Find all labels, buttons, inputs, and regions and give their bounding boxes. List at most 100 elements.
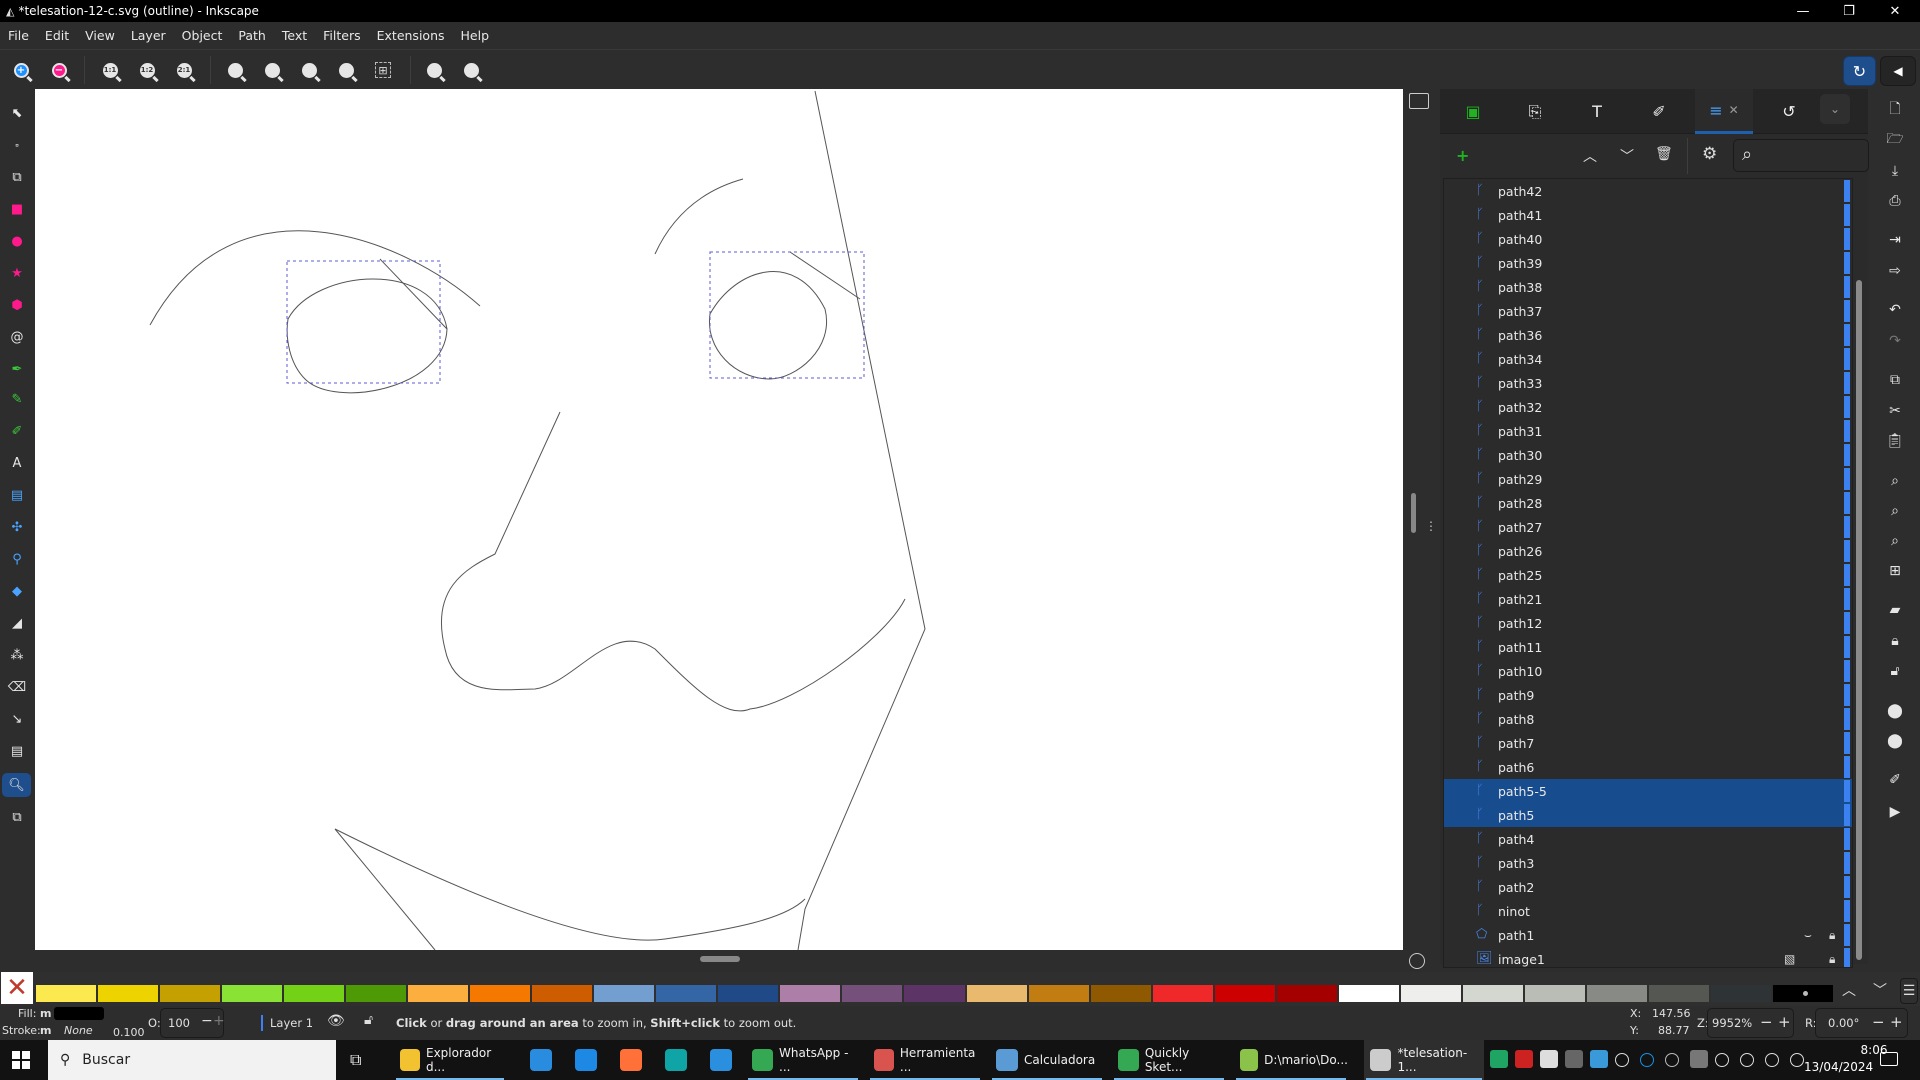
palette-menu-icon[interactable]: ☰ — [1900, 978, 1918, 1004]
taskbar-app-store[interactable] — [524, 1040, 560, 1080]
save-icon[interactable]: ⤓ — [1884, 160, 1906, 182]
layer-list-item[interactable]: ᚴ path4 — [1444, 827, 1852, 851]
no-paint-swatch[interactable]: ✕ — [1, 972, 33, 1004]
palette-swatch[interactable] — [842, 985, 905, 1002]
layer-list-item[interactable]: ᚴ path42 — [1444, 179, 1852, 203]
calligraphy-tool[interactable]: ✐ — [5, 419, 29, 443]
pen-tray-icon[interactable] — [1690, 1050, 1708, 1068]
group-icon[interactable]: ▰ — [1884, 599, 1906, 621]
palette-swatch[interactable] — [160, 985, 223, 1002]
vertical-canvas-scrollbar[interactable] — [1411, 493, 1416, 533]
palette-swatch[interactable] — [1152, 985, 1215, 1002]
palette-swatch[interactable] — [284, 985, 347, 1002]
menu-extensions[interactable]: Extensions — [369, 28, 453, 43]
layer-list-item[interactable]: ᚴ path37 — [1444, 299, 1852, 323]
layer-list-item[interactable]: ᚴ ninot — [1444, 899, 1852, 923]
palette-swatch[interactable] — [222, 985, 285, 1002]
copy-icon[interactable]: ⧉ — [1884, 369, 1906, 391]
clock-date[interactable]: 13/04/2024 — [1804, 1060, 1873, 1074]
layer-list-item[interactable]: ᚴ path11 — [1444, 635, 1852, 659]
export-icon[interactable]: ⇨ — [1884, 260, 1906, 282]
taskbar-app[interactable]: Explorador d... — [394, 1040, 506, 1080]
security-warning-icon[interactable] — [1615, 1053, 1629, 1067]
google-drive-icon[interactable] — [1490, 1050, 1508, 1068]
measure-tool[interactable]: ⧉ — [5, 805, 29, 829]
undo-icon[interactable]: ↶ — [1884, 299, 1906, 321]
minimize-button[interactable]: — — [1780, 0, 1826, 22]
select-all-icon[interactable]: ⬤ — [1884, 730, 1906, 752]
palette-swatch[interactable] — [1710, 985, 1773, 1002]
start-windows-icon[interactable] — [12, 1051, 30, 1069]
connector-tool[interactable]: ↘ — [5, 707, 29, 731]
palette-swatch[interactable] — [1586, 985, 1649, 1002]
layer-list-item[interactable]: 🖼︎ image1 ▧ 🔒︎ — [1444, 947, 1852, 967]
zoom-1-2-icon[interactable]: 1:2 — [136, 59, 158, 81]
menu-file[interactable]: File — [0, 28, 37, 43]
undo-history-tab[interactable]: ↺ — [1759, 89, 1819, 134]
palette-swatch[interactable] — [1772, 985, 1835, 1002]
layer-list-item[interactable]: ᚴ path6 — [1444, 755, 1852, 779]
network-app-icon[interactable] — [1590, 1050, 1608, 1068]
delete-icon[interactable]: 🗑︎ — [1655, 146, 1673, 162]
more-tabs-chevron-icon[interactable]: ⌄ — [1820, 94, 1850, 124]
rotation-decrease-icon[interactable]: − — [1872, 1013, 1885, 1031]
zoom-page-icon[interactable] — [298, 59, 320, 81]
menu-path[interactable]: Path — [230, 28, 273, 43]
wifi-icon[interactable] — [1765, 1053, 1779, 1067]
3d-box-tool[interactable]: ⬢ — [5, 293, 29, 317]
redo-icon[interactable]: ↷ — [1884, 330, 1906, 352]
display-mode-icon[interactable] — [1409, 93, 1429, 109]
layers-list-scrollbar[interactable] — [1856, 280, 1862, 960]
palette-swatch[interactable] — [1400, 985, 1463, 1002]
paste-icon[interactable]: 📋︎ — [1884, 430, 1906, 452]
rotation-spinbox[interactable]: 0.00° − + — [1815, 1008, 1908, 1038]
open-document-icon[interactable]: 🗁︎ — [1884, 129, 1906, 151]
layer-list-item[interactable]: ᚴ path3 — [1444, 851, 1852, 875]
task-view-icon[interactable]: ⧉ — [350, 1050, 361, 1070]
current-layer-name[interactable]: Layer 1 — [270, 1016, 313, 1030]
rotation-increase-icon[interactable]: + — [1890, 1013, 1903, 1031]
menu-view[interactable]: View — [77, 28, 123, 43]
layer-list-item[interactable]: ᚴ path31 — [1444, 419, 1852, 443]
layer-list-item[interactable]: ᚴ path30 — [1444, 443, 1852, 467]
menu-help[interactable]: Help — [453, 28, 498, 43]
palette-swatch[interactable] — [904, 985, 967, 1002]
opacity-decrease-icon[interactable]: − — [201, 1013, 213, 1029]
text-tool[interactable]: A — [5, 451, 29, 475]
zoom-tool[interactable]: 🔍︎ — [2, 773, 31, 797]
taskbar-app-firefox[interactable] — [614, 1040, 650, 1080]
lock-icon[interactable]: 🔒︎ — [1884, 630, 1906, 652]
text-font-tab[interactable]: T — [1567, 89, 1627, 134]
clip-icon[interactable]: ▧ — [1784, 952, 1795, 966]
spray-tool[interactable]: ⁂ — [5, 643, 29, 667]
select-same-icon[interactable]: ⬤ — [1884, 700, 1906, 722]
panel-resize-handle[interactable]: ⋮ — [1425, 519, 1437, 533]
palette-swatch[interactable] — [718, 985, 781, 1002]
zoom-in-icon[interactable]: + — [10, 59, 32, 81]
layer-list-item[interactable]: ᚴ path5 — [1444, 803, 1852, 827]
zoom-selection-cmd-icon[interactable]: ⌕ — [1884, 470, 1906, 492]
layer-list-item[interactable]: ᚴ path9 — [1444, 683, 1852, 707]
fill-stroke-tab[interactable]: ✐ — [1629, 89, 1689, 134]
import-icon[interactable]: ⇥ — [1884, 229, 1906, 251]
print-icon[interactable]: ⎙ — [1884, 190, 1906, 212]
taskbar-app[interactable]: Quickly Sket... — [1112, 1040, 1226, 1080]
selector-tool[interactable]: ⬉ — [5, 101, 29, 125]
layer-list-item[interactable]: ᚴ path7 — [1444, 731, 1852, 755]
palette-swatch[interactable] — [656, 985, 719, 1002]
fill-swatch[interactable] — [54, 1007, 104, 1020]
export-tab[interactable]: ▣ — [1443, 89, 1503, 134]
zoom-decrease-icon[interactable]: − — [1760, 1013, 1773, 1031]
taskbar-app-mail[interactable] — [569, 1040, 605, 1080]
palette-swatch[interactable] — [1028, 985, 1091, 1002]
close-tab-icon[interactable]: ✕ — [1729, 103, 1739, 117]
zoom-value[interactable]: 9952% — [1712, 1016, 1752, 1030]
palette-swatch[interactable] — [1648, 985, 1711, 1002]
layers-search-input[interactable]: ⌕ — [1733, 139, 1869, 172]
palette-swatch[interactable] — [36, 985, 99, 1002]
layer-list-item[interactable]: ᚴ path33 — [1444, 371, 1852, 395]
menu-layer[interactable]: Layer — [123, 28, 174, 43]
taskbar-app-vscode[interactable] — [704, 1040, 740, 1080]
taskbar-app[interactable]: D:\mario\Do... — [1234, 1040, 1348, 1080]
star-tool[interactable]: ★ — [5, 261, 29, 285]
